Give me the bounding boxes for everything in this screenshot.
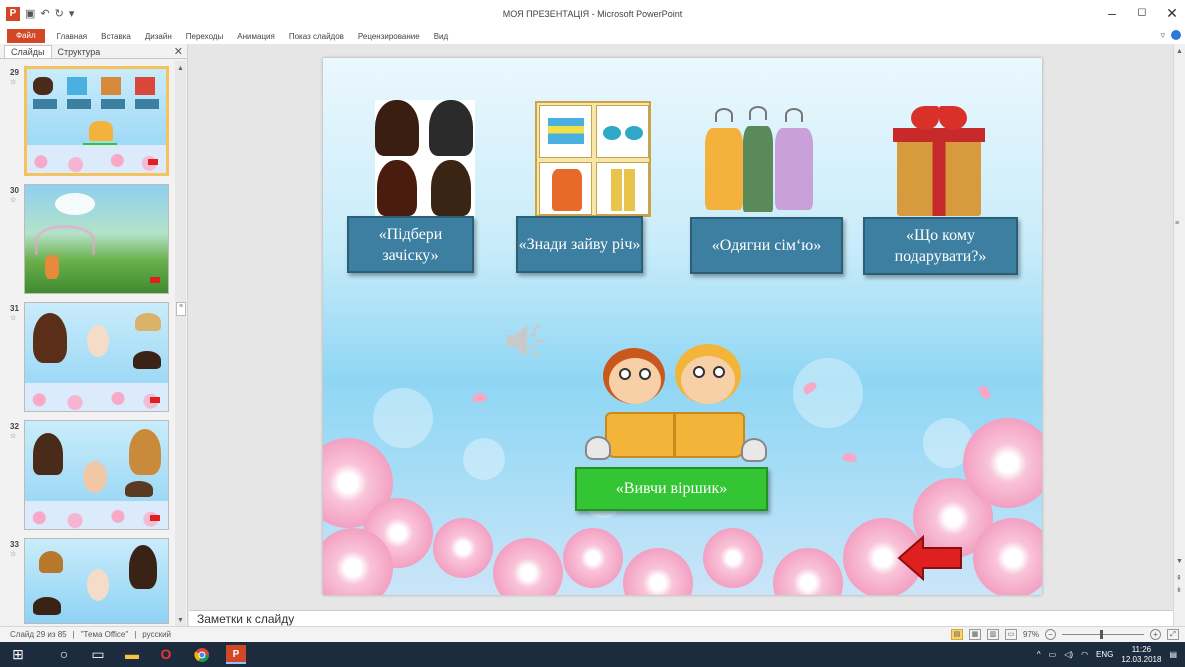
previous-slide-icon[interactable]: ⇞ <box>1176 574 1182 582</box>
odd-item-image[interactable] <box>535 101 651 217</box>
slide-thumbnail[interactable]: 33 ☆ <box>0 538 176 624</box>
slide-number: 30 <box>10 186 19 195</box>
clock-date: 12.03.2018 <box>1121 654 1162 664</box>
system-tray: ^ ▭ ◁) ◠ ENG 11:26 12.03.2018 ▤ <box>1037 642 1185 667</box>
game-gifts-button[interactable]: «Що кому подарувати?» <box>863 217 1018 275</box>
status-bar: Слайд 29 из 85 | "Тема Office" | русский… <box>0 626 1185 642</box>
battery-icon[interactable]: ▭ <box>1049 650 1057 659</box>
tab-insert[interactable]: Вставка <box>101 32 131 41</box>
powerpoint-taskbar-icon[interactable]: P <box>226 645 246 664</box>
tab-file[interactable]: Файл <box>7 29 45 43</box>
search-icon[interactable]: ○ <box>54 645 74 664</box>
window-title: МОЯ ПРЕЗЕНТАЦІЯ - Microsoft PowerPoint <box>502 9 683 19</box>
slide-number: 31 <box>10 304 19 313</box>
wifi-icon[interactable]: ◠ <box>1081 650 1088 659</box>
pane-tabs: Слайды Структура ✕ <box>0 44 187 59</box>
ribbon-tabs: Файл Главная Вставка Дизайн Переходы Ани… <box>0 28 1185 44</box>
zoom-slider[interactable] <box>1062 630 1144 639</box>
scroll-grip-icon[interactable]: ≡ <box>1175 220 1179 227</box>
minimize-button[interactable]: – <box>1097 5 1127 21</box>
next-slide-icon[interactable]: ⇟ <box>1176 586 1182 594</box>
slide-canvas: «Підбери зачіску» «Знади зайву річ» «Одя… <box>323 58 1042 595</box>
slide-number: 29 <box>10 68 19 77</box>
clothes-image[interactable] <box>703 100 815 218</box>
kids-reading-image <box>585 344 767 466</box>
fit-to-window-button[interactable]: ⤢ <box>1167 629 1179 640</box>
scroll-down-icon[interactable]: ▼ <box>177 617 184 624</box>
animation-star-icon: ☆ <box>10 433 17 440</box>
slide-thumbnail[interactable]: 31 ☆ <box>0 302 176 414</box>
clock[interactable]: 11:26 12.03.2018 <box>1121 645 1161 665</box>
clock-time: 11:26 <box>1131 644 1152 654</box>
theme-name: "Тема Office" <box>80 630 129 639</box>
slide-preview <box>24 66 169 176</box>
slide-number: 33 <box>10 540 19 549</box>
opera-icon[interactable]: O <box>156 645 176 664</box>
animation-star-icon: ☆ <box>10 197 17 204</box>
animation-star-icon: ☆ <box>10 551 17 558</box>
tab-animation[interactable]: Анимация <box>237 32 275 41</box>
windows-start-icon[interactable]: ⊞ <box>8 645 28 664</box>
tab-review[interactable]: Рецензирование <box>358 32 420 41</box>
slide-thumbnail[interactable]: 29 ☆ <box>0 66 176 178</box>
hairstyles-image[interactable] <box>375 100 475 218</box>
normal-view-button[interactable]: ▤ <box>950 629 963 640</box>
zoom-out-button[interactable]: − <box>1045 629 1056 640</box>
tab-home[interactable]: Главная <box>57 32 87 41</box>
game-hairstyle-button[interactable]: «Підбери зачіску» <box>347 216 474 273</box>
zoom-slider-thumb[interactable] <box>1100 630 1103 639</box>
volume-icon[interactable]: ◁) <box>1064 650 1073 659</box>
tab-transitions[interactable]: Переходы <box>186 32 224 41</box>
slide-thumbnail[interactable]: 30 ☆ <box>0 184 176 296</box>
speaker-icon[interactable] <box>505 321 551 361</box>
tab-view[interactable]: Вид <box>434 32 448 41</box>
zoom-level[interactable]: 97% <box>1023 630 1039 639</box>
tab-design[interactable]: Дизайн <box>145 32 172 41</box>
scroll-up-icon[interactable]: ▲ <box>177 65 184 72</box>
chrome-icon[interactable] <box>192 645 212 664</box>
slide-number: 32 <box>10 422 19 431</box>
tray-chevron-icon[interactable]: ^ <box>1037 650 1041 659</box>
gift-image[interactable] <box>893 106 985 216</box>
zoom-in-button[interactable]: + <box>1150 629 1161 640</box>
slide-thumbnail[interactable]: 32 ☆ <box>0 420 176 532</box>
game-dress-family-button[interactable]: «Одягни сім‘ю» <box>690 217 843 274</box>
task-view-icon[interactable]: ▭ <box>88 645 108 664</box>
animation-star-icon: ☆ <box>10 315 17 322</box>
tab-outline[interactable]: Структура <box>52 46 107 58</box>
notifications-icon[interactable]: ▤ <box>1169 650 1177 659</box>
thumbnails-scrollbar[interactable]: ▲ ▼ <box>175 61 186 626</box>
file-explorer-icon[interactable]: ▬ <box>122 645 142 664</box>
taskbar: ⊞ ○ ▭ ▬ O P ^ ▭ ◁) ◠ ENG 11:26 12.03.201… <box>0 642 1185 667</box>
slide-counter: Слайд 29 из 85 <box>10 630 67 639</box>
slide-preview <box>24 302 169 412</box>
help-icon[interactable] <box>1171 30 1181 40</box>
slide-notes[interactable]: Заметки к слайду <box>189 610 1173 626</box>
close-button[interactable]: ✕ <box>1157 5 1185 22</box>
ribbon-expand-icon[interactable]: ▿ <box>1160 30 1165 41</box>
game-odd-item-button[interactable]: «Знади зайву річ» <box>516 216 643 273</box>
animation-star-icon: ☆ <box>10 79 17 86</box>
slide-preview <box>24 184 169 294</box>
pane-splitter[interactable]: ≡ <box>176 302 186 316</box>
reading-view-button[interactable]: ▥ <box>986 629 999 640</box>
slide-preview <box>24 420 169 530</box>
slide-preview <box>24 538 169 624</box>
editor-scrollbar[interactable]: ▲ ≡ ▼ ⇞ ⇟ <box>1173 44 1185 626</box>
tab-slideshow[interactable]: Показ слайдов <box>289 32 344 41</box>
slides-pane: Слайды Структура ✕ 29 ☆ 30 ☆ 31 ☆ 32 ☆ 3… <box>0 44 188 626</box>
sorter-view-button[interactable]: ▦ <box>968 629 981 640</box>
arrow-left-icon[interactable] <box>897 534 963 582</box>
maximize-button[interactable]: ◻ <box>1127 5 1157 18</box>
learn-poem-button[interactable]: «Вивчи віршик» <box>575 467 768 511</box>
tab-slides[interactable]: Слайды <box>4 45 52 58</box>
slideshow-view-button[interactable]: ▭ <box>1004 629 1017 640</box>
scroll-up-icon[interactable]: ▲ <box>1176 48 1183 55</box>
language-indicator[interactable]: русский <box>142 630 171 639</box>
pane-close-icon[interactable]: ✕ <box>174 45 183 58</box>
title-bar: P ▣ ↶ ↻ ▾ МОЯ ПРЕЗЕНТАЦІЯ - Microsoft Po… <box>0 0 1185 28</box>
scroll-down-icon[interactable]: ▼ <box>1176 558 1183 565</box>
language-indicator[interactable]: ENG <box>1096 650 1113 659</box>
